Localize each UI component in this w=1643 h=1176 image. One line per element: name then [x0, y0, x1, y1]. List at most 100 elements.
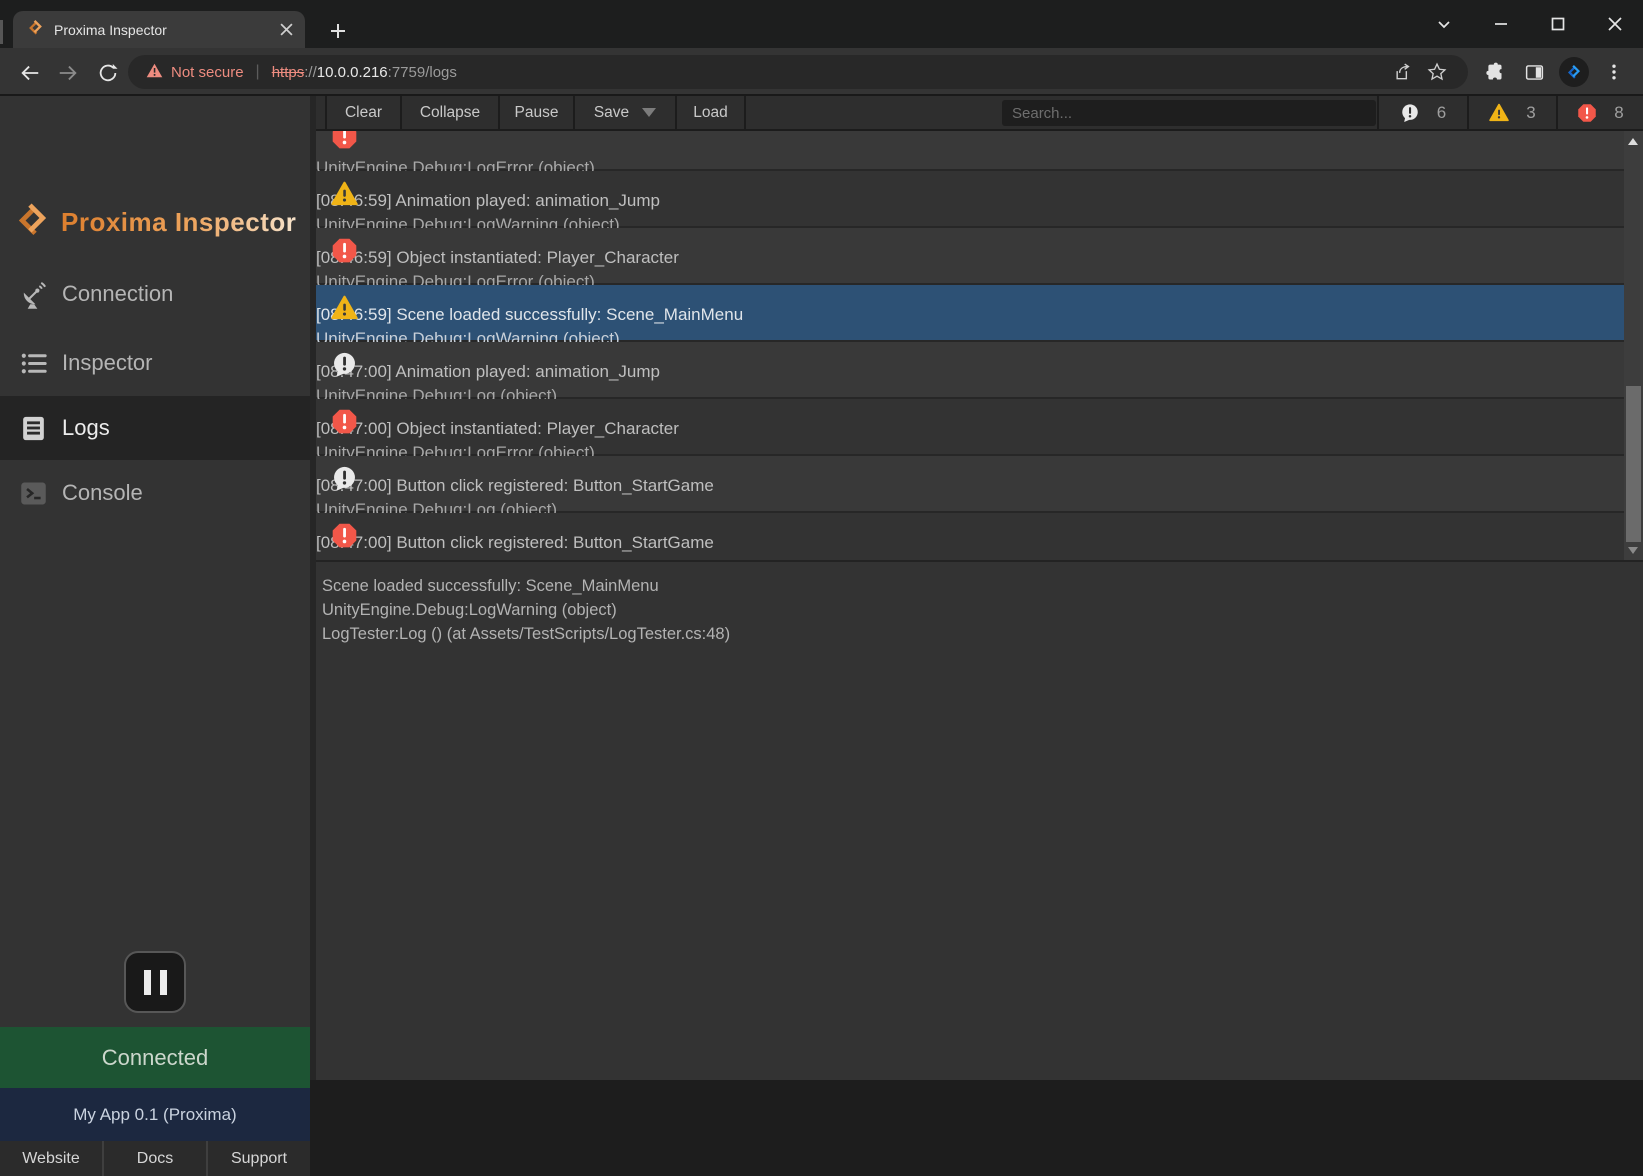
sidebar-item-label: Logs: [62, 415, 110, 441]
info-icon: [331, 351, 358, 378]
log-row-message: [08:46:59] Scene loaded successfully: Sc…: [316, 303, 1643, 327]
sidebar-item-label: Inspector: [62, 350, 153, 376]
detail-message: Scene loaded successfully: Scene_MainMen…: [322, 574, 1629, 598]
save-dropdown-caret-icon[interactable]: [642, 108, 656, 117]
satellite-dish-icon: [16, 277, 50, 311]
info-icon: [331, 465, 358, 492]
log-list: UnityEngine.Debug:LogError (object) [08:…: [316, 131, 1643, 560]
url-separator: ://: [304, 64, 317, 81]
share-icon[interactable]: [1386, 57, 1420, 87]
collapse-button[interactable]: Collapse: [400, 96, 498, 129]
forward-button[interactable]: [53, 58, 83, 88]
address-bar[interactable]: Not secure | https://10.0.0.216:7759/log…: [128, 55, 1468, 89]
log-row[interactable]: [08:47:00] Animation played: animation_J…: [316, 342, 1643, 399]
sidebar-item-inspector[interactable]: Inspector: [0, 337, 310, 389]
info-filter-badge[interactable]: 6: [1377, 96, 1467, 129]
info-icon: [1400, 103, 1420, 123]
log-search-input[interactable]: [1002, 100, 1376, 126]
sidebar-item-console[interactable]: Console: [0, 467, 310, 519]
pause-icon: [160, 970, 167, 995]
extensions-puzzle-icon[interactable]: [1479, 57, 1509, 87]
scroll-down-arrow-icon[interactable]: [1628, 547, 1638, 554]
browser-menu-kebab-icon[interactable]: [1599, 57, 1629, 87]
log-row[interactable]: UnityEngine.Debug:LogError (object): [316, 131, 1643, 171]
tabstrip-edge-notch: [0, 20, 3, 44]
warning-filter-badge[interactable]: 3: [1467, 96, 1556, 129]
proxima-extension-icon[interactable]: [1559, 57, 1589, 87]
warning-icon: [331, 294, 358, 321]
scrollbar-thumb[interactable]: [1626, 386, 1641, 542]
sidebar: Proxima Inspector Connection: [0, 96, 310, 1080]
warning-icon: [331, 180, 358, 207]
log-row[interactable]: [08:47:00] Button click registered: Butt…: [316, 456, 1643, 513]
error-icon: [331, 131, 358, 150]
footer-link-docs[interactable]: Docs: [102, 1141, 206, 1176]
scroll-up-arrow-icon[interactable]: [1628, 138, 1638, 145]
error-count: 8: [1614, 103, 1623, 123]
browser-tab[interactable]: Proxima Inspector: [13, 11, 305, 48]
logs-document-icon: [16, 411, 50, 445]
error-icon: [1577, 103, 1597, 123]
not-secure-label: Not secure: [171, 64, 244, 81]
log-row[interactable]: [08:46:59] Scene loaded successfully: Sc…: [316, 285, 1643, 342]
log-detail-pane: Scene loaded successfully: Scene_MainMen…: [316, 560, 1643, 1080]
error-icon: [331, 408, 358, 435]
sidebar-item-logs[interactable]: Logs: [0, 396, 310, 460]
pause-stream-button[interactable]: [124, 951, 186, 1013]
side-panel-icon[interactable]: [1519, 57, 1549, 87]
reload-button[interactable]: [93, 58, 123, 88]
pause-button[interactable]: Pause: [498, 96, 573, 129]
error-icon: [331, 237, 358, 264]
log-row-message: [08:47:00] Object instantiated: Player_C…: [316, 417, 1643, 441]
warning-count: 3: [1526, 103, 1535, 123]
sidebar-footer: Website Docs Support: [0, 1141, 310, 1176]
not-secure-warning-icon: [146, 63, 163, 82]
proxima-logo-icon: [14, 201, 51, 243]
new-tab-button[interactable]: [326, 19, 350, 43]
sidebar-item-connection[interactable]: Connection: [0, 268, 310, 320]
bookmark-star-icon[interactable]: [1420, 57, 1454, 87]
detail-stack-line: UnityEngine.Debug:LogWarning (object): [322, 598, 1629, 622]
url-host: 10.0.0.216: [317, 64, 388, 81]
logs-panel: Clear Collapse Pause Save Load: [316, 96, 1643, 1080]
detail-stack-line: LogTester:Log () (at Assets/TestScripts/…: [322, 622, 1629, 646]
app-logo-text: Proxima Inspector: [61, 207, 296, 238]
error-filter-badge[interactable]: 8: [1556, 96, 1643, 129]
save-button[interactable]: Save: [573, 96, 675, 129]
footer-link-support[interactable]: Support: [206, 1141, 310, 1176]
sidebar-item-label: Console: [62, 480, 143, 506]
log-row[interactable]: [08:47:00] Object instantiated: Player_C…: [316, 399, 1643, 456]
tab-search-chevron-icon[interactable]: [1415, 0, 1472, 48]
log-row-message: [08:47:00] Button click registered: Butt…: [316, 531, 1643, 555]
connected-app-label: My App 0.1 (Proxima): [0, 1088, 310, 1141]
url-path: :7759/logs: [388, 64, 457, 81]
favicon-proxima-icon: [27, 19, 44, 41]
pause-icon: [144, 970, 151, 995]
clear-button[interactable]: Clear: [325, 96, 400, 129]
load-button[interactable]: Load: [675, 96, 746, 129]
maximize-button[interactable]: [1529, 0, 1586, 48]
log-row[interactable]: [08:47:00] Button click registered: Butt…: [316, 513, 1643, 560]
warning-icon: [1489, 103, 1509, 122]
connection-status-banner: Connected: [0, 1027, 310, 1088]
app-logo: Proxima Inspector: [14, 200, 296, 244]
tab-title: Proxima Inspector: [54, 22, 277, 38]
back-button[interactable]: [15, 58, 45, 88]
error-icon: [331, 522, 358, 549]
sidebar-item-label: Connection: [62, 281, 173, 307]
minimize-button[interactable]: [1472, 0, 1529, 48]
browser-navbar: Not secure | https://10.0.0.216:7759/log…: [0, 48, 1643, 96]
tab-close-icon[interactable]: [277, 21, 295, 39]
log-row[interactable]: [08:46:59] Animation played: animation_J…: [316, 171, 1643, 228]
close-window-button[interactable]: [1586, 0, 1643, 48]
browser-window: Proxima Inspector: [0, 0, 1643, 1080]
browser-titlebar: Proxima Inspector: [0, 0, 1643, 48]
log-list-scrollbar[interactable]: [1624, 131, 1643, 560]
log-row[interactable]: [08:46:59] Object instantiated: Player_C…: [316, 228, 1643, 285]
omnibox-divider: |: [256, 63, 260, 81]
list-icon: [16, 346, 50, 380]
log-row-message: [08:47:00] Button click registered: Butt…: [316, 474, 1643, 498]
info-count: 6: [1437, 103, 1446, 123]
footer-link-website[interactable]: Website: [0, 1141, 102, 1176]
url-scheme: https: [272, 64, 305, 81]
